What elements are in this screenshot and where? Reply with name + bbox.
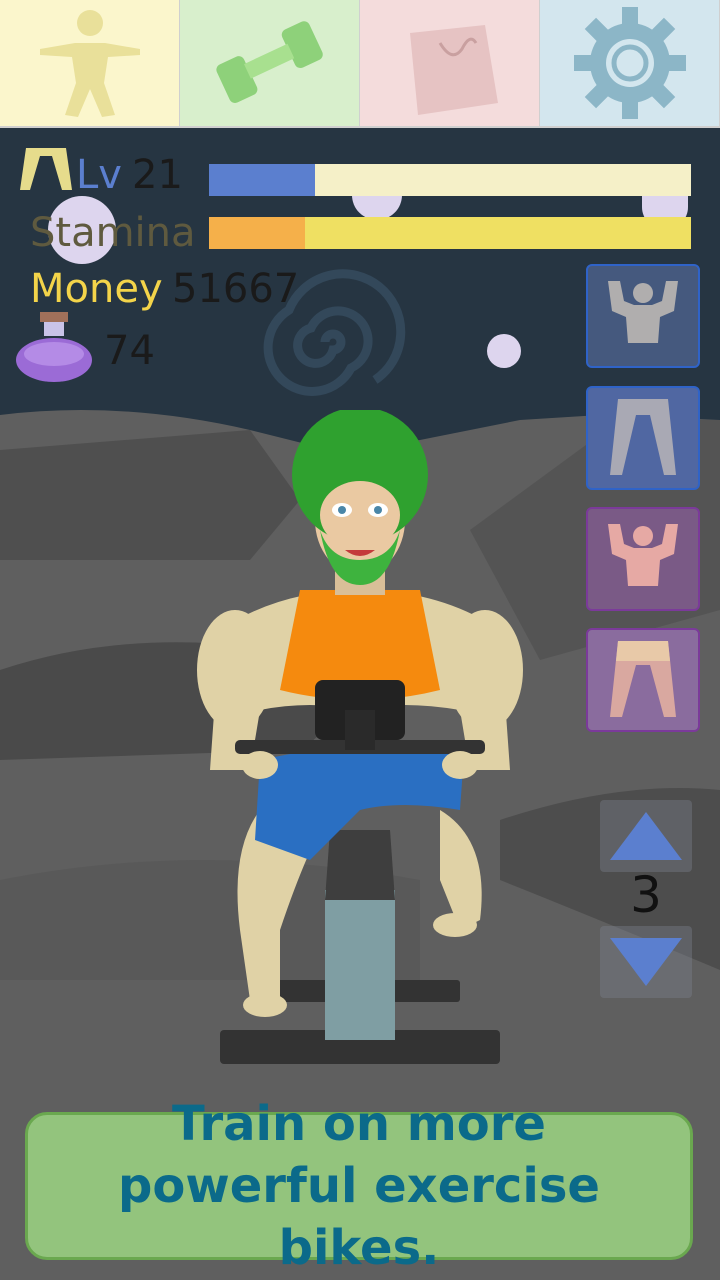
- upper-body-button-blue[interactable]: [586, 264, 700, 368]
- tab-shop[interactable]: [360, 0, 540, 128]
- body-figure-icon: [39, 10, 140, 117]
- tab-body[interactable]: [0, 0, 180, 128]
- upper-body-icon: [608, 281, 678, 343]
- promo-caption: Train on more powerful exercise bikes.: [25, 1096, 693, 1276]
- legs-button-purple[interactable]: [586, 628, 700, 732]
- tab-training[interactable]: [180, 0, 360, 128]
- potion-icon: [16, 312, 92, 382]
- arrow-down-icon: [610, 938, 682, 986]
- money-value: 51667: [172, 266, 300, 312]
- dumbbell-icon: [215, 21, 323, 103]
- upper-body-button-purple[interactable]: [586, 507, 700, 611]
- legs-level-icon: [20, 148, 72, 190]
- shopping-bag-icon: [409, 25, 498, 115]
- stamina-progress-fill: [209, 217, 306, 249]
- level-label: Lv: [76, 152, 122, 198]
- upper-body-icon: [608, 524, 678, 586]
- gear-icon: [573, 7, 686, 119]
- increase-level-button[interactable]: [600, 800, 692, 872]
- arrow-up-icon: [610, 812, 682, 860]
- legs-icon: [610, 641, 676, 717]
- legs-button-blue[interactable]: [586, 386, 700, 490]
- bike-level-value: 3: [630, 866, 662, 924]
- star: [487, 334, 521, 368]
- stamina-label: Stamina: [30, 210, 196, 256]
- level-progress-fill: [209, 164, 316, 196]
- potion-count: 74: [104, 328, 155, 374]
- bodybuilder-on-bike: [197, 410, 523, 1064]
- decrease-level-button[interactable]: [600, 926, 692, 998]
- money-label: Money: [30, 266, 163, 312]
- tab-settings[interactable]: [540, 0, 720, 128]
- legs-icon: [610, 399, 676, 475]
- level-progress-bar: [209, 164, 691, 196]
- stamina-progress-bar: [209, 217, 691, 249]
- level-value: 21: [132, 152, 183, 198]
- top-tab-bar: [0, 0, 720, 128]
